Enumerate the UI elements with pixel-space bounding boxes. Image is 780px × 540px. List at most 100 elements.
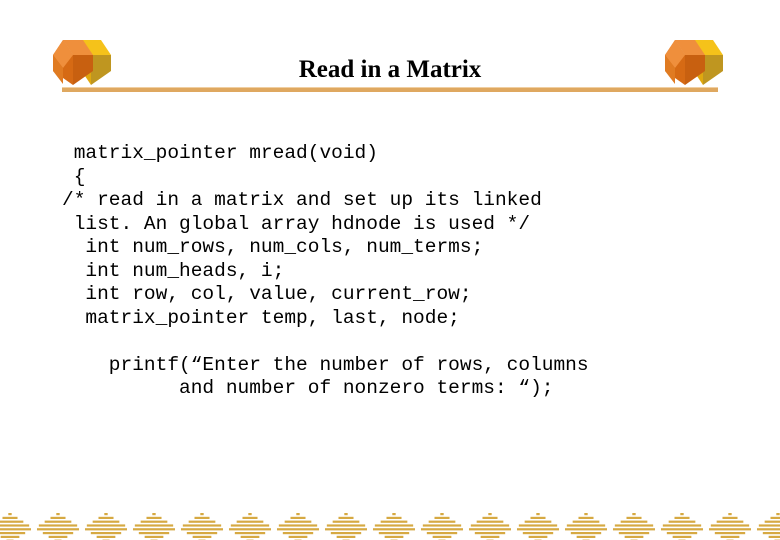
diamond-stripe [470,524,510,527]
code-line: and number of nonzero terms: “); [62,377,554,399]
diamond-stripe [662,524,702,527]
code-line: printf(“Enter the number of rows, column… [62,353,589,376]
diamond-stripe [476,520,504,523]
code-line: matrix_pointer mread(void) [62,142,378,164]
diamond-stripe [326,524,366,527]
diamond-stripe [236,520,264,523]
diamond-stripe [716,520,744,523]
diamond-stripe [278,524,318,527]
diamond-stripe [584,513,588,516]
diamond-stripe [380,520,408,523]
diamond-stripe [56,513,60,516]
diamond-stripe [38,524,78,527]
diamond-stripe [420,528,463,531]
diamond-stripe [666,532,698,535]
code-line: list. An global array hdnode is used */ [62,212,531,235]
diamond-stripe [714,532,746,535]
diamond-stripe [44,520,72,523]
diamond-stripe [660,528,703,531]
code-line: int num_heads, i; [62,259,285,282]
diamond-stripe [86,524,126,527]
diamond-stripe [98,516,114,519]
code-line: { [62,165,86,188]
diamond-stripe [672,535,692,538]
diamond-stripe [240,535,260,538]
diamond-stripe [0,524,30,527]
diamond-stripe [768,535,780,538]
diamond-stripe [230,524,270,527]
diamond-stripe [288,535,308,538]
diamond-stripe [42,532,74,535]
diamond-stripe [536,513,540,516]
slide: Read in a Matrix matrix_pointer mread(vo… [0,0,780,540]
diamond-stripe [668,520,696,523]
diamond-stripe [764,520,780,523]
diamond-stripe [372,528,415,531]
diamond-stripe [422,524,462,527]
diamond-stripe [200,513,204,516]
diamond-stripe [762,532,780,535]
diamond-stripe [50,516,66,519]
diamond-stripe [242,516,258,519]
diamond-stripe [152,513,156,516]
diamond-stripe [488,513,492,516]
diamond-stripe [282,532,314,535]
diamond-stripe [468,528,511,531]
diamond-stripe [134,524,174,527]
diamond-stripe [0,535,20,538]
diamond-stripe [374,524,414,527]
diamond-stripe [674,516,690,519]
diamond-stripe [296,513,300,516]
diamond-stripe [338,516,354,519]
diamond-stripe [776,513,780,516]
diamond-stripe [756,528,780,531]
diamond-stripe [276,528,319,531]
diamond-stripe [384,535,404,538]
diamond-stripe [182,524,222,527]
diamond-stripe [564,528,607,531]
diamond-stripe [90,532,122,535]
diamond-stripe [330,532,362,535]
diamond-stripe [336,535,356,538]
diamond-band-icon [0,498,780,540]
diamond-stripe [480,535,500,538]
diamond-stripe [632,513,636,516]
diamond-stripe [474,532,506,535]
diamond-stripe [234,532,266,535]
page-title: Read in a Matrix [298,56,482,83]
diamond-stripe [722,516,738,519]
diamond-stripe [0,520,24,523]
diamond-stripe [528,535,548,538]
diamond-stripe [194,516,210,519]
diamond-stripe [626,516,642,519]
diamond-stripe [612,528,655,531]
diamond-stripe [522,532,554,535]
diamond-stripe [192,535,212,538]
diamond-stripe [132,528,175,531]
diamond-stripe [624,535,644,538]
diamond-stripe [146,516,162,519]
diamond-stripe [620,520,648,523]
diamond-stripe [482,516,498,519]
diamond-stripe [708,528,751,531]
diamond-stripe [48,535,68,538]
diamond-stripe [518,524,558,527]
diamond-stripe [566,524,606,527]
diamond-stripe [2,516,18,519]
title-rule [62,88,718,92]
diamond-stripe [290,516,306,519]
diamond-stripe [248,513,252,516]
diamond-stripe [8,513,12,516]
diamond-stripe [770,516,780,519]
diamond-stripe [432,535,452,538]
diamond-stripe [378,532,410,535]
diamond-stripe [392,513,396,516]
diamond-stripe [284,520,312,523]
diamond-stripe [324,528,367,531]
diamond-stripe [36,528,79,531]
diamond-stripe [96,535,116,538]
diamond-stripe [228,528,271,531]
diamond-stripe [0,532,26,535]
diamond-stripe [728,513,732,516]
